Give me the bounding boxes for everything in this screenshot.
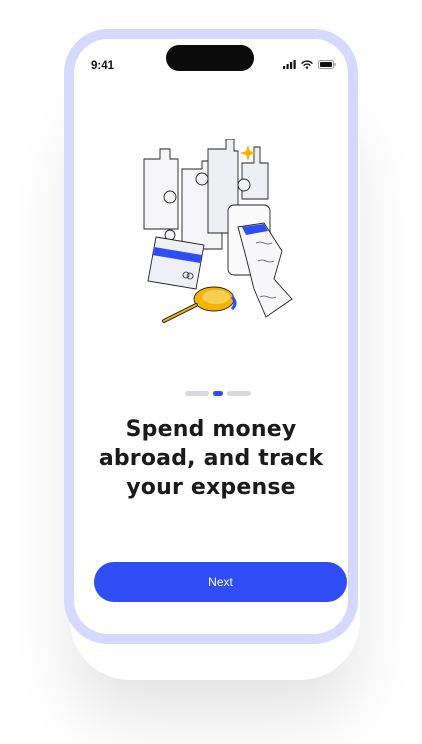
battery-icon bbox=[318, 60, 336, 69]
headline-line: abroad, and track bbox=[98, 446, 324, 471]
page-dot[interactable] bbox=[227, 391, 251, 396]
dynamic-island bbox=[166, 45, 254, 71]
onboarding-illustration bbox=[143, 139, 293, 323]
page-dot[interactable] bbox=[185, 391, 209, 396]
wifi-icon bbox=[301, 60, 313, 69]
status-bar: 9:41 bbox=[74, 39, 348, 81]
page-dot-active[interactable] bbox=[213, 391, 223, 396]
headline-line: your expense bbox=[126, 475, 296, 500]
next-button[interactable]: Next bbox=[94, 562, 347, 602]
status-icons bbox=[283, 60, 336, 69]
signal-icon bbox=[283, 60, 296, 69]
status-time: 9:41 bbox=[91, 60, 115, 72]
phone-frame: 9:41 Spend money abroad, and track your … bbox=[64, 29, 358, 644]
headline-line: Spend money bbox=[125, 417, 297, 442]
onboarding-headline: Spend money abroad, and track your expen… bbox=[74, 415, 348, 502]
phone-screen: 9:41 Spend money abroad, and track your … bbox=[74, 39, 348, 634]
page-indicator bbox=[185, 391, 251, 396]
